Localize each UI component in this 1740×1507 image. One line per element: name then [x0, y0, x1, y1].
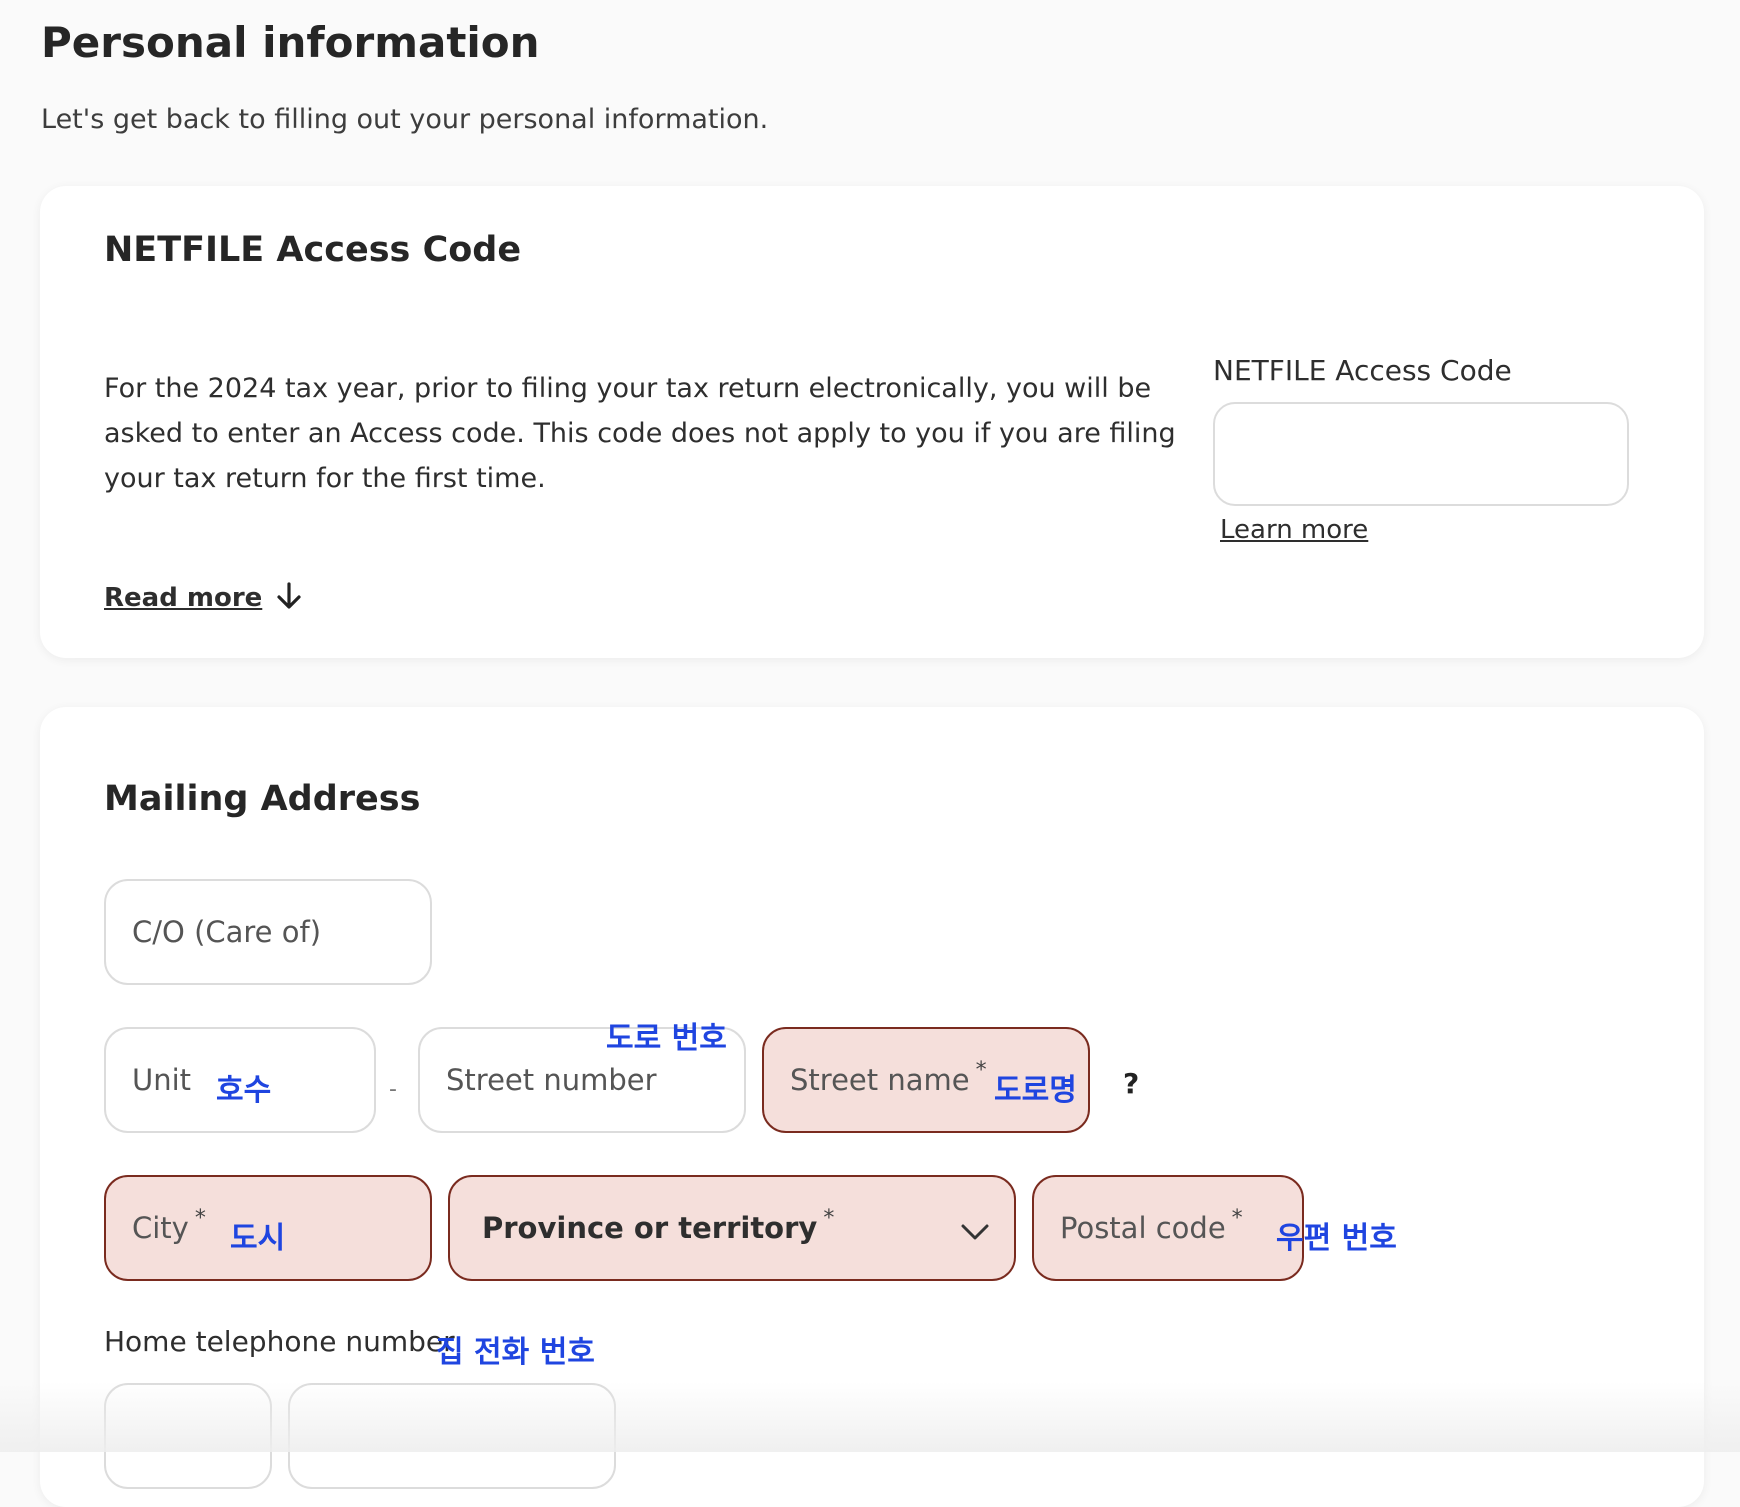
- question-mark-icon[interactable]: ?: [1123, 1067, 1139, 1100]
- street-name-annotation: 도로명: [994, 1073, 1077, 1108]
- province-required-mark: *: [823, 1205, 835, 1231]
- home-phone-number-input[interactable]: [288, 1383, 616, 1489]
- street-number-annotation: 도로 번호: [606, 1021, 727, 1056]
- mailing-title: Mailing Address: [104, 779, 421, 819]
- city-placeholder: City: [132, 1211, 189, 1245]
- netfile-description: For the 2024 tax year, prior to filing y…: [104, 373, 1176, 494]
- learn-more-link[interactable]: Learn more: [1220, 515, 1368, 545]
- read-more-label: Read more: [104, 583, 263, 613]
- city-required-mark: *: [194, 1205, 206, 1231]
- street-name-required-mark: *: [975, 1057, 987, 1083]
- province-select[interactable]: Province or territory *: [448, 1175, 1016, 1281]
- unit-placeholder: Unit: [132, 1063, 192, 1097]
- postal-code-placeholder: Postal code: [1060, 1211, 1226, 1245]
- postal-code-annotation: 우편 번호: [1276, 1221, 1397, 1256]
- netfile-title: NETFILE Access Code: [104, 230, 522, 270]
- page-subtitle: Let's get back to filling out your perso…: [41, 104, 769, 135]
- province-placeholder: Province or territory: [482, 1211, 818, 1245]
- read-more-button[interactable]: Read more: [104, 582, 302, 614]
- home-phone-area-code-input[interactable]: [104, 1383, 272, 1489]
- netfile-field-label: NETFILE Access Code: [1213, 354, 1512, 387]
- street-name-placeholder: Street name: [790, 1063, 970, 1097]
- netfile-access-code-input[interactable]: [1213, 402, 1629, 506]
- netfile-card: NETFILE Access Code For the 2024 tax yea…: [40, 186, 1704, 658]
- city-annotation: 도시: [230, 1221, 286, 1256]
- postal-code-input[interactable]: Postal code *: [1032, 1175, 1304, 1281]
- care-of-input[interactable]: C/O (Care of): [104, 879, 432, 985]
- care-of-placeholder: C/O (Care of): [132, 915, 322, 949]
- home-phone-label: Home telephone number: [104, 1325, 455, 1358]
- postal-code-required-mark: *: [1231, 1205, 1243, 1231]
- unit-street-dash: -: [389, 1077, 397, 1102]
- arrow-down-icon: [276, 582, 302, 614]
- chevron-down-icon: [960, 1215, 990, 1249]
- street-number-placeholder: Street number: [446, 1063, 657, 1097]
- home-phone-annotation: 집 전화 번호: [436, 1335, 595, 1370]
- mailing-address-card: Mailing Address C/O (Care of) Unit 호수 - …: [40, 707, 1704, 1507]
- page-title: Personal information: [41, 18, 540, 67]
- unit-annotation: 호수: [216, 1073, 272, 1108]
